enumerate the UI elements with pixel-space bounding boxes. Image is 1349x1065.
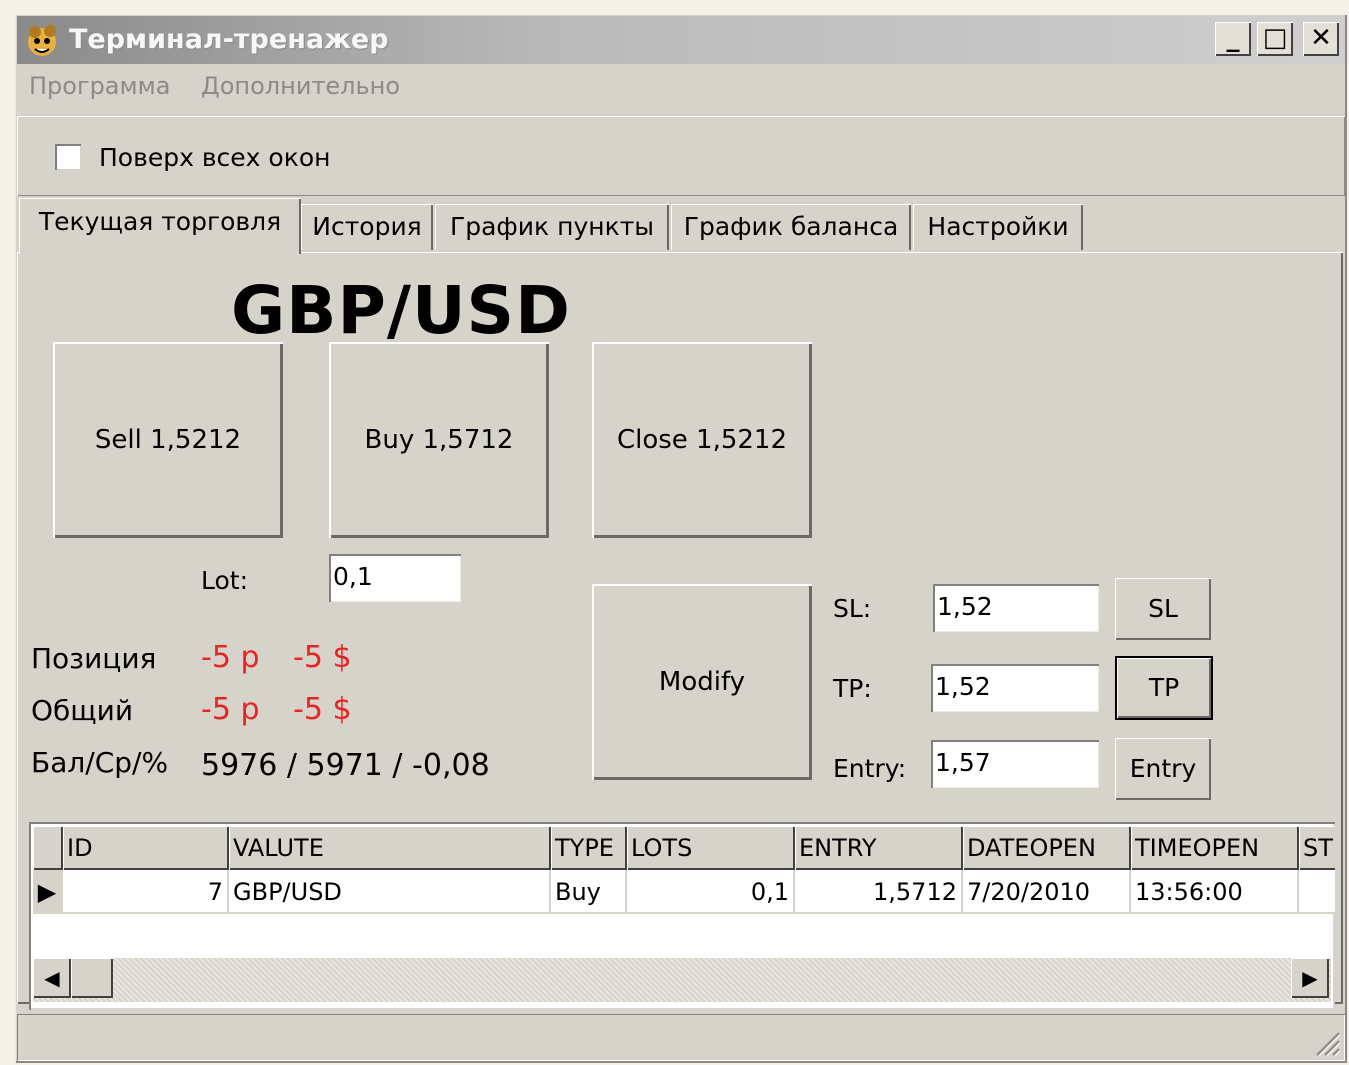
close-position-button[interactable]: Close 1,5212 bbox=[592, 342, 812, 538]
col-header-lots[interactable]: LOTS bbox=[627, 826, 795, 870]
position-label: Позиция bbox=[31, 642, 157, 675]
sl-label: SL: bbox=[833, 594, 872, 623]
tab-settings[interactable]: Настройки bbox=[913, 204, 1083, 250]
col-header-valute[interactable]: VALUTE bbox=[229, 826, 551, 870]
menu-additional[interactable]: Дополнительно bbox=[201, 72, 400, 100]
scroll-thumb[interactable] bbox=[71, 958, 113, 998]
always-on-top-label: Поверх всех окон bbox=[99, 143, 331, 172]
currency-pair-title: GBP/USD bbox=[231, 272, 571, 349]
tp-button[interactable]: TP bbox=[1117, 658, 1211, 718]
balance-label: Бал/Ср/% bbox=[31, 746, 169, 779]
sl-input[interactable]: 1,52 bbox=[933, 584, 1099, 632]
entry-button[interactable]: Entry bbox=[1115, 738, 1211, 800]
app-logo-icon bbox=[28, 25, 56, 56]
grid-corner bbox=[33, 826, 63, 870]
tab-balance-chart[interactable]: График баланса bbox=[671, 204, 911, 250]
col-header-entry[interactable]: ENTRY bbox=[795, 826, 963, 870]
scroll-right-icon[interactable]: ▶ bbox=[1291, 958, 1329, 998]
entry-label: Entry: bbox=[833, 754, 907, 783]
cell-lots[interactable]: 0,1 bbox=[627, 870, 795, 914]
title-bar[interactable]: Терминал-тренажер _ □ ✕ bbox=[17, 16, 1345, 64]
col-header-type[interactable]: TYPE bbox=[551, 826, 627, 870]
tab-points-chart[interactable]: График пункты bbox=[435, 204, 669, 250]
modify-button-label: Modify bbox=[658, 667, 746, 697]
cell-valute[interactable]: GBP/USD bbox=[229, 870, 551, 914]
minimize-button[interactable]: _ bbox=[1215, 22, 1251, 56]
row-indicator-icon: ▶ bbox=[33, 870, 63, 914]
col-header-st[interactable]: ST bbox=[1299, 826, 1335, 870]
total-label: Общий bbox=[31, 694, 134, 727]
total-money: -5 $ bbox=[293, 692, 352, 727]
sell-button[interactable]: Sell 1,5212 bbox=[53, 342, 283, 538]
cell-entry[interactable]: 1,5712 bbox=[795, 870, 963, 914]
lot-input[interactable]: 0,1 bbox=[329, 554, 461, 602]
col-header-id[interactable]: ID bbox=[63, 826, 229, 870]
tp-input[interactable]: 1,52 bbox=[931, 664, 1099, 712]
cell-timeopen[interactable]: 13:56:00 bbox=[1131, 870, 1299, 914]
position-money: -5 $ bbox=[293, 640, 352, 675]
window-title: Терминал-тренажер bbox=[69, 24, 389, 55]
horizontal-scrollbar[interactable]: ◀ ▶ bbox=[33, 958, 1331, 1002]
close-position-label: Close 1,5212 bbox=[616, 425, 788, 455]
status-bar bbox=[17, 1014, 1345, 1061]
col-header-timeopen[interactable]: TIMEOPEN bbox=[1131, 826, 1299, 870]
entry-input[interactable]: 1,57 bbox=[931, 740, 1099, 788]
tab-current-trading[interactable]: Текущая торговля bbox=[19, 198, 301, 254]
total-points: -5 p bbox=[201, 692, 260, 727]
scroll-left-icon[interactable]: ◀ bbox=[33, 958, 71, 998]
tab-history[interactable]: История bbox=[301, 204, 433, 250]
cell-type[interactable]: Buy bbox=[551, 870, 627, 914]
cell-dateopen[interactable]: 7/20/2010 bbox=[963, 870, 1131, 914]
close-button[interactable]: ✕ bbox=[1303, 22, 1339, 56]
always-on-top-checkbox[interactable] bbox=[55, 144, 81, 170]
position-points: -5 p bbox=[201, 640, 260, 675]
maximize-button[interactable]: □ bbox=[1257, 22, 1293, 56]
col-header-dateopen[interactable]: DATEOPEN bbox=[963, 826, 1131, 870]
orders-grid[interactable]: ID VALUTE TYPE LOTS ENTRY DATEOPEN TIMEO… bbox=[29, 822, 1335, 1010]
tp-label: TP: bbox=[833, 674, 872, 703]
menu-program[interactable]: Программа bbox=[29, 72, 170, 100]
lot-label: Lot: bbox=[201, 566, 249, 595]
resize-grip-icon[interactable] bbox=[1311, 1027, 1341, 1057]
cell-id[interactable]: 7 bbox=[63, 870, 229, 914]
modify-button[interactable]: Modify bbox=[592, 584, 812, 780]
buy-button-label: Buy 1,5712 bbox=[364, 425, 514, 455]
sl-button[interactable]: SL bbox=[1115, 578, 1211, 640]
app-window: Терминал-тренажер _ □ ✕ Программа Дополн… bbox=[15, 14, 1347, 1063]
cell-st[interactable] bbox=[1299, 870, 1335, 914]
buy-button[interactable]: Buy 1,5712 bbox=[329, 342, 549, 538]
sell-button-label: Sell 1,5212 bbox=[94, 425, 242, 455]
balance-value: 5976 / 5971 / -0,08 bbox=[201, 748, 490, 783]
